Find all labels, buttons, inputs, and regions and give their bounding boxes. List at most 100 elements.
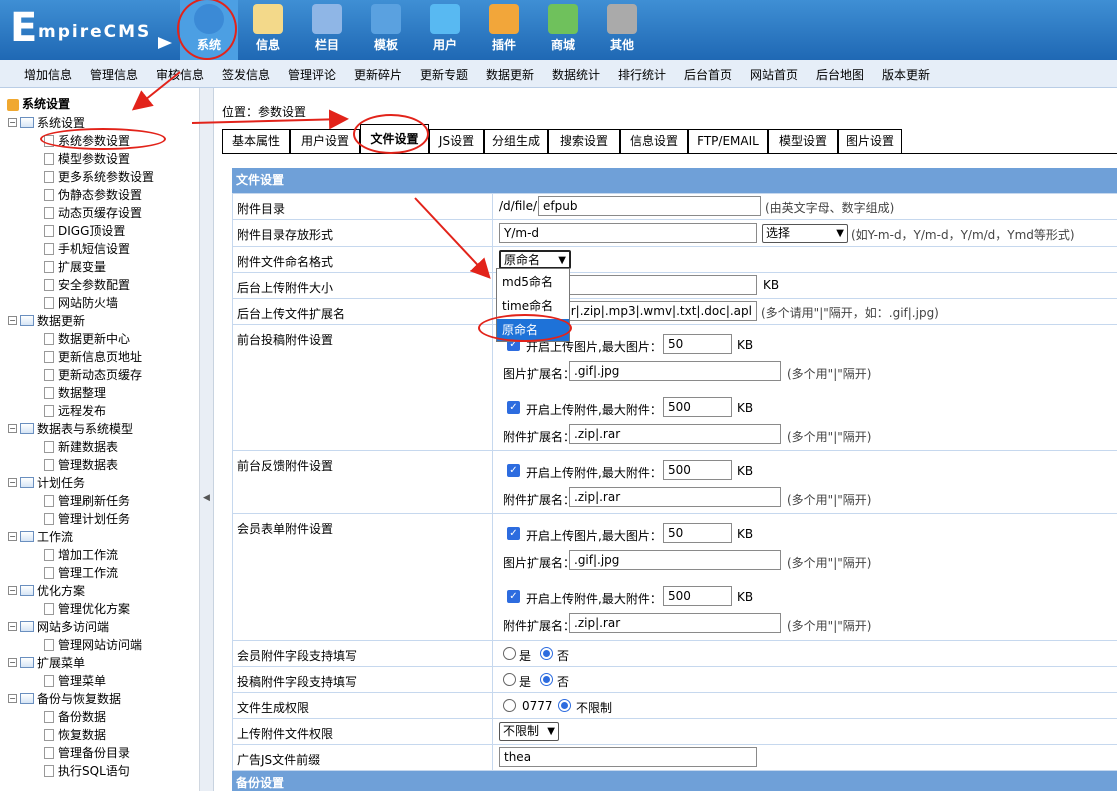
front-file-checkbox[interactable]: ✓ [507, 401, 520, 414]
tree-item[interactable]: 执行SQL语句 [44, 762, 130, 780]
feedback-file-ext-input[interactable]: .zip|.rar [569, 487, 781, 507]
menu-link[interactable]: 审核信息 [156, 66, 204, 83]
post-field-no-radio[interactable] [540, 673, 553, 686]
tree-item[interactable]: 网站防火墙 [44, 294, 118, 312]
tree-item[interactable]: 数据整理 [44, 384, 106, 402]
tab-3[interactable]: JS设置 [429, 129, 484, 153]
topnav-notepad-button[interactable]: 信息 [239, 0, 297, 60]
front-file-size-input[interactable]: 500 [663, 397, 732, 417]
menu-link[interactable]: 更新专题 [420, 66, 468, 83]
tree-item[interactable]: 系统参数设置 [44, 132, 130, 150]
tree-item[interactable]: 动态页缓存设置 [44, 204, 142, 222]
tree-item[interactable]: 恢复数据 [44, 726, 106, 744]
upload-perm-select[interactable]: 不限制 ▼ [499, 722, 559, 741]
menu-link[interactable]: 排行统计 [618, 66, 666, 83]
tree-item[interactable]: DIGG顶设置 [44, 222, 125, 240]
tree-group[interactable]: − 工作流 [8, 528, 73, 546]
member-img-checkbox[interactable]: ✓ [507, 527, 520, 540]
feedback-file-size-input[interactable]: 500 [663, 460, 732, 480]
topnav-card-button[interactable]: 商城 [534, 0, 592, 60]
tree-item[interactable]: 增加工作流 [44, 546, 118, 564]
tree-item[interactable]: 远程发布 [44, 402, 106, 420]
menu-link[interactable]: 增加信息 [24, 66, 72, 83]
perm-0777-radio[interactable] [503, 699, 516, 712]
topnav-gear-button[interactable]: 其他 [593, 0, 651, 60]
sidebar-toggle[interactable]: ◀ [200, 88, 214, 791]
menu-link[interactable]: 数据更新 [486, 66, 534, 83]
menu-link[interactable]: 后台地图 [816, 66, 864, 83]
option-time[interactable]: time命名 [497, 295, 569, 317]
menu-link[interactable]: 后台首页 [684, 66, 732, 83]
tab-5[interactable]: 搜索设置 [548, 129, 620, 153]
member-field-yes-radio[interactable] [503, 647, 516, 660]
tree-item[interactable]: 手机短信设置 [44, 240, 130, 258]
tree-group[interactable]: − 数据更新 [8, 312, 85, 330]
tree-group[interactable]: − 计划任务 [8, 474, 85, 492]
topnav-folder-button[interactable]: 栏目 [298, 0, 356, 60]
front-img-ext-input[interactable]: .gif|.jpg [569, 361, 781, 381]
menu-link[interactable]: 管理评论 [288, 66, 336, 83]
menu-link[interactable]: 签发信息 [222, 66, 270, 83]
tab-7[interactable]: FTP/EMAIL [688, 129, 768, 153]
tree-item[interactable]: 更新信息页地址 [44, 348, 142, 366]
topnav-tools-button[interactable]: 插件 [475, 0, 533, 60]
feedback-file-checkbox[interactable]: ✓ [507, 464, 520, 477]
topnav-window-button[interactable]: 模板 [357, 0, 415, 60]
tree-item[interactable]: 数据更新中心 [44, 330, 130, 348]
tree-item[interactable]: 伪静态参数设置 [44, 186, 142, 204]
tab-1[interactable]: 用户设置 [290, 129, 360, 153]
dir-format-select[interactable]: 选择 ▼ [762, 224, 848, 243]
ad-js-prefix-input[interactable]: thea [499, 747, 757, 767]
tree-item[interactable]: 扩展变量 [44, 258, 106, 276]
tree-group[interactable]: − 数据表与系统模型 [8, 420, 133, 438]
option-md5[interactable]: md5命名 [497, 271, 569, 293]
member-file-ext-input[interactable]: .zip|.rar [569, 613, 781, 633]
front-img-size-input[interactable]: 50 [663, 334, 732, 354]
menu-link[interactable]: 更新碎片 [354, 66, 402, 83]
member-img-size-input[interactable]: 50 [663, 523, 732, 543]
member-file-size-input[interactable]: 500 [663, 586, 732, 606]
tree-item[interactable]: 备份数据 [44, 708, 106, 726]
attach-dir-input[interactable]: efpub [538, 196, 761, 216]
tree-item[interactable]: 安全参数配置 [44, 276, 130, 294]
tree-group[interactable]: − 网站多访问端 [8, 618, 109, 636]
menu-link[interactable]: 数据统计 [552, 66, 600, 83]
post-field-yes-radio[interactable] [503, 673, 516, 686]
tab-9[interactable]: 图片设置 [838, 129, 902, 153]
tab-8[interactable]: 模型设置 [768, 129, 838, 153]
tree-item[interactable]: 更多系统参数设置 [44, 168, 154, 186]
tree-item[interactable]: 管理计划任务 [44, 510, 130, 528]
tab-6[interactable]: 信息设置 [620, 129, 688, 153]
tree-group[interactable]: − 优化方案 [8, 582, 85, 600]
tree-item[interactable]: 模型参数设置 [44, 150, 130, 168]
menu-link[interactable]: 管理信息 [90, 66, 138, 83]
tree-item[interactable]: 新建数据表 [44, 438, 118, 456]
naming-format-select[interactable]: 原命名 ▼ [499, 250, 571, 269]
tree-item[interactable]: 管理刷新任务 [44, 492, 130, 510]
tree-item[interactable]: 管理数据表 [44, 456, 118, 474]
tree-item[interactable]: 管理优化方案 [44, 600, 130, 618]
tree-group[interactable]: − 备份与恢复数据 [8, 690, 121, 708]
topnav-globe-button[interactable]: 系统 [180, 0, 238, 60]
tree-group[interactable]: − 扩展菜单 [8, 654, 85, 672]
tree-item[interactable]: 更新动态页缓存 [44, 366, 142, 384]
member-field-no-radio[interactable] [540, 647, 553, 660]
tree-group[interactable]: − 系统设置 [8, 114, 85, 132]
tree-item[interactable]: 管理备份目录 [44, 744, 130, 762]
perm-unlimited-radio[interactable] [558, 699, 571, 712]
topnav-user-button[interactable]: 用户 [416, 0, 474, 60]
tree-item[interactable]: 管理菜单 [44, 672, 106, 690]
tree-item[interactable]: 管理工作流 [44, 564, 118, 582]
sidebar-root[interactable]: 系统设置 [7, 95, 70, 112]
member-img-ext-input[interactable]: .gif|.jpg [569, 550, 781, 570]
member-file-checkbox[interactable]: ✓ [507, 590, 520, 603]
tab-4[interactable]: 分组生成 [484, 129, 548, 153]
front-file-ext-input[interactable]: .zip|.rar [569, 424, 781, 444]
option-original[interactable]: 原命名 [497, 319, 569, 341]
attach-dir-form-input[interactable]: Y/m-d [499, 223, 757, 243]
tree-item[interactable]: 管理网站访问端 [44, 636, 142, 654]
menu-link[interactable]: 网站首页 [750, 66, 798, 83]
menu-link[interactable]: 版本更新 [882, 66, 930, 83]
tab-0[interactable]: 基本属性 [222, 129, 290, 153]
tab-2[interactable]: 文件设置 [360, 124, 429, 153]
